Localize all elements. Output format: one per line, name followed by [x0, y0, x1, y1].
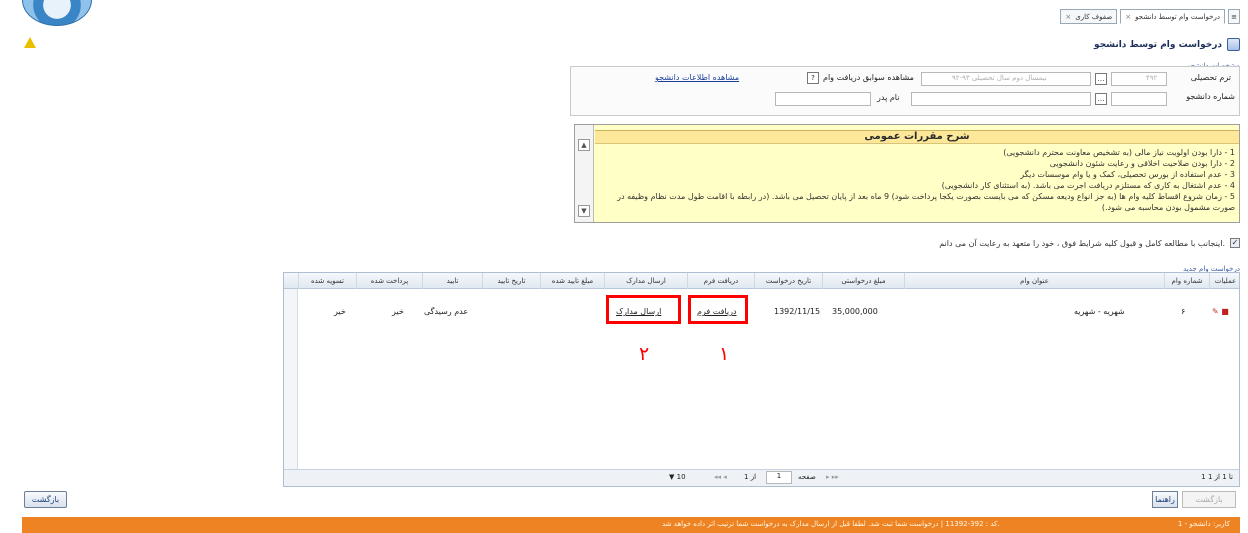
request-date-cell: 1392/11/15	[774, 307, 821, 316]
rules-scrollbar[interactable]: ▲ ▼	[575, 125, 594, 222]
page-number-input[interactable]: 1	[766, 471, 792, 484]
acceptance-row: ✓ اینجانب با مطالعه کامل و قبول کلیه شرا…	[939, 238, 1240, 248]
delete-icon[interactable]: ■	[1221, 307, 1229, 316]
rule-item: 1 - دارا بودن اولویت نیاز مالی (به تشخیص…	[1003, 148, 1235, 157]
student-lookup-button[interactable]: …	[1095, 93, 1107, 105]
back-button[interactable]: بازگشت	[1182, 491, 1236, 508]
page-size-select[interactable]: ▼ 10	[669, 473, 686, 481]
action-toolbar: راهنما بازگشت	[1152, 491, 1240, 508]
amount-cell: 35,000,000	[832, 307, 878, 316]
column-header: دریافت فرم	[687, 273, 754, 289]
column-header: شماره وام	[1164, 273, 1209, 289]
pager-next-icons[interactable]: ▸ ▸▸	[826, 473, 839, 481]
term-lookup-button[interactable]: …	[1095, 73, 1107, 85]
status-bar: کد : 392-11392 | درخواست شما ثبت شد. لطف…	[22, 517, 1240, 533]
scroll-down-icon[interactable]: ▼	[578, 205, 590, 217]
term-description: نیمسال دوم سال تحصیلی ۹۳-۹۲	[952, 74, 1047, 82]
page-count-label: از 1	[744, 473, 757, 481]
pager-prev-icons[interactable]: ◂◂ ◂	[714, 473, 727, 481]
acceptance-checkbox[interactable]: ✓	[1230, 238, 1240, 248]
grid-scrollbar[interactable]	[284, 289, 298, 486]
rule-item: 3 - عدم استفاده از بورس تحصیلی، کمک و یا…	[1020, 170, 1235, 179]
father-name-label: نام پدر	[877, 93, 900, 102]
row-actions: ✎ ■	[1212, 307, 1229, 316]
term-label: ترم تحصیلی	[1190, 73, 1231, 82]
term-value: ۴۹۲	[1146, 74, 1158, 82]
status-user: 1 - کاربر: دانشجو	[1177, 520, 1230, 528]
paid-cell: خیر	[392, 307, 404, 316]
loan-number-cell: ۶	[1181, 307, 1186, 316]
page-label: صفحه	[798, 473, 816, 481]
student-info-panel: ترم تحصیلی ۴۹۲ … نیمسال دوم سال تحصیلی ۹…	[570, 66, 1240, 116]
back-button-left[interactable]: بازگشت	[24, 491, 67, 508]
loan-title-cell: شهریه - شهریه	[1074, 307, 1125, 316]
term-description-field: نیمسال دوم سال تحصیلی ۹۳-۹۲	[921, 72, 1091, 86]
rules-title: شرح مقررات عمومی	[595, 130, 1239, 144]
tab-label: درخواست وام توسط دانشجو	[1135, 12, 1220, 21]
column-header: مبلغ درخواستی	[822, 273, 904, 289]
term-field[interactable]: ۴۹۲	[1111, 72, 1167, 86]
close-icon[interactable]: ×	[1125, 13, 1131, 21]
column-header: تایید	[422, 273, 482, 289]
form-icon	[1227, 38, 1240, 51]
tab-bar: ≡ × درخواست وام توسط دانشجو × صفوف کاری	[1060, 9, 1240, 24]
column-header: عنوان وام	[904, 273, 1164, 289]
loan-requests-grid: عملیات شماره وام عنوان وام مبلغ درخواستی…	[283, 272, 1240, 487]
loan-history-label: مشاهده سوابق دریافت وام	[823, 73, 914, 82]
student-number-label: شماره دانشجو	[1186, 92, 1235, 101]
column-header: تسویه شده	[298, 273, 356, 289]
scroll-up-icon[interactable]: ▲	[578, 139, 590, 151]
tab-menu-button[interactable]: ≡	[1228, 9, 1240, 24]
rules-list: 1 - دارا بودن اولویت نیاز مالی (به تشخیص…	[597, 147, 1235, 213]
acceptance-text: اینجانب با مطالعه کامل و قبول کلیه شرایط…	[939, 238, 1225, 248]
column-header: عملیات	[1209, 273, 1241, 289]
settled-cell: خیر	[334, 307, 346, 316]
page-header: درخواست وام توسط دانشجو	[1094, 38, 1240, 51]
column-header: مبلغ تایید شده	[540, 273, 604, 289]
column-header: تاریخ تایید	[482, 273, 540, 289]
father-name-field	[775, 92, 871, 106]
column-header: ارسال مدارک	[604, 273, 687, 289]
rule-item: 2 - دارا بودن صلاحیت اخلاقی و رعایت شئون…	[1049, 159, 1235, 168]
tab-label: صفوف کاری	[1075, 12, 1113, 21]
student-number-input[interactable]	[1111, 92, 1167, 106]
pager-summary: 1 تا 1 از 1	[1201, 473, 1233, 481]
page-title: درخواست وام توسط دانشجو	[1094, 39, 1222, 50]
close-icon[interactable]: ×	[1065, 13, 1071, 21]
help-button[interactable]: راهنما	[1152, 491, 1178, 508]
university-logo	[22, 0, 92, 26]
status-message: کد : 392-11392 | درخواست شما ثبت شد. لطف…	[662, 520, 1000, 528]
highlight-box-2	[606, 295, 681, 324]
tab-worklist[interactable]: × صفوف کاری	[1060, 9, 1118, 24]
column-header: پرداخت شده	[356, 273, 422, 289]
rules-panel: ▲ ▼ شرح مقررات عمومی 1 - دارا بودن اولوی…	[574, 124, 1240, 223]
student-name-field	[911, 92, 1091, 106]
rule-item: 4 - عدم اشتغال به کاری که مستلزم دریافت …	[941, 181, 1235, 190]
grid-pager: ▼ 10 ◂◂ ◂ از 1 1 صفحه ▸ ▸▸ 1 تا 1 از 1	[284, 469, 1239, 486]
loan-history-button[interactable]: ?	[807, 72, 819, 84]
column-header: تاریخ درخواست	[754, 273, 822, 289]
page-size-value: 10	[676, 473, 686, 481]
tab-loan-request[interactable]: × درخواست وام توسط دانشجو	[1120, 9, 1225, 24]
approval-status-cell: عدم رسیدگی	[424, 307, 469, 316]
grid-header: عملیات شماره وام عنوان وام مبلغ درخواستی…	[284, 273, 1239, 289]
edit-icon[interactable]: ✎	[1212, 307, 1219, 316]
student-details-link[interactable]: مشاهده اطلاعات دانشجو	[655, 73, 739, 82]
warning-icon	[24, 37, 36, 48]
rule-item: 5 - زمان شروع اقساط کلیه وام ها (به جز ا…	[617, 192, 1235, 212]
list-icon: ≡	[1231, 12, 1237, 21]
annotation-label-2: ۲	[639, 343, 650, 365]
highlight-box-1	[688, 295, 748, 324]
annotation-label-1: ۱	[719, 343, 730, 365]
